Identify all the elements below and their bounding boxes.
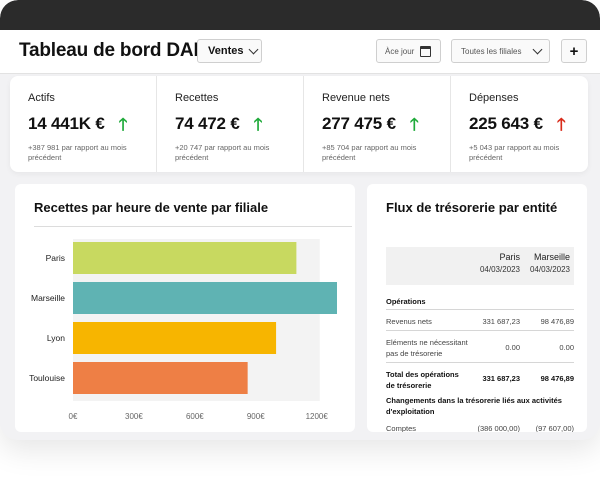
kpi-label: Actifs [28, 92, 55, 104]
kpi-delta: +85 704 par rapport au mois précédent [322, 143, 417, 163]
date-filter-label: Àce jour [385, 46, 415, 56]
kpi-row: Actifs 14 441K € 🡑 +387 981 par rapport … [10, 76, 588, 172]
kpi-delta: +20 747 par rapport au mois précédent [175, 143, 270, 163]
app-header: Tableau de bord DAF Ventes Àce jour Tout… [0, 30, 600, 74]
x-tick-label: 600€ [186, 412, 204, 421]
filiales-select-label: Toutes les filiales [461, 46, 522, 56]
column-header-marseille: Marseille 04/03/2023 [530, 251, 570, 276]
filiales-select[interactable]: Toutes les filiales [451, 39, 550, 63]
x-tick-label: 300€ [125, 412, 143, 421]
cell-paris: 331 687,23 [482, 317, 520, 326]
chevron-down-icon [249, 44, 259, 54]
divider [386, 330, 574, 331]
kpi-value: 14 441K € [28, 114, 105, 133]
window-top-strip [0, 0, 600, 30]
arrow-up-icon: 🡑 [118, 114, 128, 134]
column-header-paris: Paris 04/03/2023 [480, 251, 520, 276]
cell-marseille: 0.00 [559, 343, 574, 352]
category-label: Marseille [31, 293, 65, 303]
view-select-label: Ventes [208, 45, 244, 57]
bar-toulouise[interactable] [73, 362, 248, 394]
kpi-value: 225 643 € [469, 114, 543, 133]
dashboard-frame: Tableau de bord DAF Ventes Àce jour Tout… [0, 0, 600, 440]
kpi-card-actifs[interactable]: Actifs 14 441K € 🡑 +387 981 par rapport … [10, 76, 157, 172]
kpi-value: 74 472 € [175, 114, 240, 133]
bar-marseille[interactable] [73, 282, 337, 314]
kpi-card-recettes[interactable]: Recettes 74 472 € 🡑 +20 747 par rapport … [157, 76, 304, 172]
kpi-card-revenue-nets[interactable]: Revenue nets 277 475 € 🡑 +85 704 par rap… [304, 76, 451, 172]
chevron-down-icon [533, 44, 543, 54]
row-label: Revenus nets [386, 317, 432, 326]
kpi-card-depenses[interactable]: Dépenses 225 643 € 🡑 +5 043 par rapport … [451, 76, 597, 172]
divider [386, 309, 574, 310]
cell-marseille: 98 476,89 [540, 374, 574, 383]
bar-paris[interactable] [73, 242, 297, 274]
kpi-delta: +387 981 par rapport au mois précédent [28, 143, 127, 163]
kpi-delta: +5 043 par rapport au mois précédent [469, 143, 560, 163]
category-label: Paris [46, 253, 65, 263]
cell-marseille: 98 476,89 [540, 317, 574, 326]
section-label: Opérations [386, 297, 426, 306]
arrow-up-icon: 🡑 [409, 114, 419, 134]
arrow-up-icon: 🡑 [253, 114, 263, 134]
cashflow-table-header: Paris 04/03/2023 Marseille 04/03/2023 [386, 247, 574, 285]
column-date: 04/03/2023 [479, 265, 520, 275]
bar-lyon[interactable] [73, 322, 277, 354]
cell-paris: (386 000,00) [477, 424, 520, 432]
column-date: 04/03/2023 [529, 265, 570, 275]
add-button[interactable]: + [561, 39, 587, 63]
column-name: Marseille [533, 252, 570, 262]
calendar-icon [420, 45, 432, 57]
category-label: Lyon [47, 333, 65, 343]
cell-paris: 331 687,23 [482, 374, 520, 383]
cell-marseille: (97 607,00) [535, 424, 574, 432]
row-label: Total des opérations de trésorerie [386, 370, 459, 390]
row-label: Comptes [386, 424, 417, 432]
bar-chart: Paris Marseille Lyon Toulouise 0€ 300€ 600€ 900… [29, 239, 337, 421]
x-tick-label: 0€ [69, 412, 78, 421]
arrow-up-icon: 🡑 [556, 114, 566, 134]
divider [386, 362, 574, 363]
date-filter[interactable]: Àce jour [376, 39, 441, 63]
kpi-value: 277 475 € [322, 114, 396, 133]
kpi-label: Dépenses [469, 92, 519, 104]
revenue-chart-card: Recettes par heure de vente par filiale … [15, 184, 355, 432]
page-title: Tableau de bord DAF [19, 40, 205, 61]
cashflow-title: Flux de trésorerie par entité [386, 200, 558, 215]
view-select[interactable]: Ventes [197, 39, 262, 63]
category-label: Toulouise [29, 373, 65, 383]
x-tick-label: 1200€ [306, 412, 329, 421]
x-tick-label: 900€ [247, 412, 265, 421]
cell-paris: 0.00 [505, 343, 520, 352]
cashflow-card: Flux de trésorerie par entité Paris 04/0… [367, 184, 587, 432]
section-label: Changements dans la trésorerie liés aux … [386, 396, 562, 416]
row-label: Eléments ne nécessitant pas de trésoreri… [386, 338, 468, 358]
kpi-label: Recettes [175, 92, 219, 104]
kpi-label: Revenue nets [322, 92, 390, 104]
column-name: Paris [499, 252, 520, 262]
